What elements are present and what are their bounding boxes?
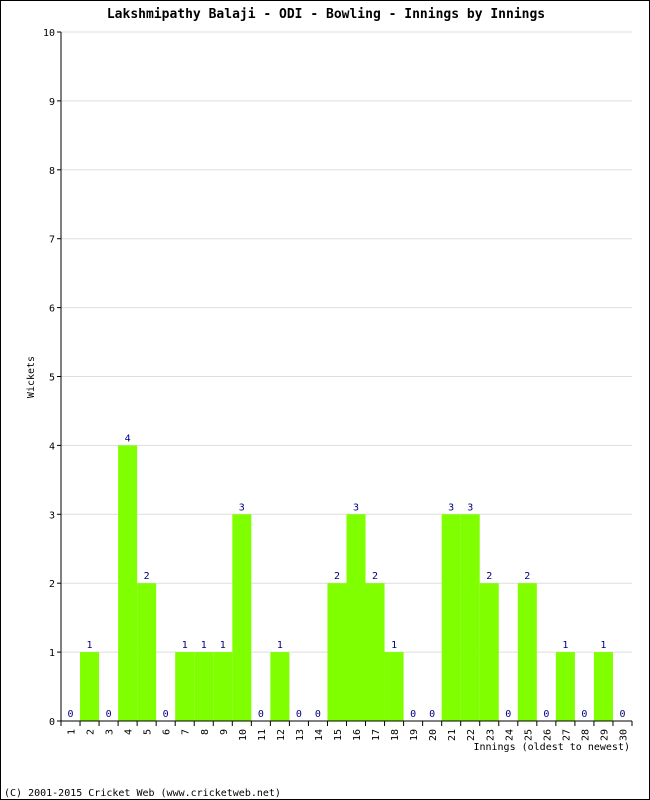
- data-label: 1: [220, 640, 226, 651]
- data-label: 1: [201, 640, 207, 651]
- x-tick-label: 9: [219, 729, 230, 735]
- bar: [118, 445, 138, 721]
- x-tick-label: 20: [428, 729, 439, 741]
- x-tick-label: 24: [504, 729, 515, 741]
- data-label: 2: [372, 571, 378, 582]
- x-tick-label: 1: [67, 729, 78, 735]
- data-label: 0: [315, 709, 321, 720]
- bar: [460, 514, 480, 721]
- bar: [327, 583, 347, 721]
- y-axis-label: Wickets: [26, 356, 37, 398]
- bar: [137, 583, 157, 721]
- x-tick-label: 28: [580, 729, 591, 741]
- x-tick-label: 29: [599, 729, 610, 741]
- data-label: 2: [524, 571, 530, 582]
- x-tick-label: 25: [523, 729, 534, 741]
- x-tick-label: 10: [238, 729, 249, 741]
- x-tick-label: 11: [257, 729, 268, 741]
- x-tick-label: 27: [561, 729, 572, 741]
- data-label: 3: [239, 502, 245, 513]
- data-label: 0: [296, 709, 302, 720]
- x-tick-label: 3: [105, 729, 116, 735]
- data-label: 1: [87, 640, 93, 651]
- data-label: 2: [486, 571, 492, 582]
- data-label: 2: [144, 571, 150, 582]
- data-label: 0: [543, 709, 549, 720]
- data-label: 4: [125, 433, 131, 444]
- y-tick-label: 8: [49, 166, 55, 177]
- bar: [346, 514, 366, 721]
- bar: [270, 652, 290, 721]
- x-tick-label: 14: [314, 729, 325, 741]
- x-tick-label: 22: [466, 729, 477, 741]
- bar: [555, 652, 575, 721]
- bar: [194, 652, 214, 721]
- y-tick-label: 1: [49, 648, 55, 659]
- y-tick-label: 2: [49, 579, 55, 590]
- data-label: 3: [448, 502, 454, 513]
- copyright-footer: (C) 2001-2015 Cricket Web (www.cricketwe…: [4, 788, 281, 799]
- x-tick-label: 2: [86, 729, 97, 735]
- bar: [479, 583, 499, 721]
- x-axis-label: Innings (oldest to newest): [473, 742, 630, 753]
- data-label: 3: [353, 502, 359, 513]
- x-tick-label: 30: [618, 729, 629, 741]
- x-tick-label: 15: [333, 729, 344, 741]
- data-label: 0: [68, 709, 74, 720]
- bar: [365, 583, 385, 721]
- data-label: 0: [258, 709, 264, 720]
- bar: [593, 652, 613, 721]
- data-label: 1: [277, 640, 283, 651]
- data-label: 0: [581, 709, 587, 720]
- x-tick-label: 6: [162, 729, 173, 735]
- y-tick-label: 7: [49, 235, 55, 246]
- y-tick-label: 4: [49, 441, 55, 452]
- y-tick-label: 9: [49, 97, 55, 108]
- bar: [232, 514, 252, 721]
- data-label: 0: [106, 709, 112, 720]
- bar: [80, 652, 100, 721]
- y-tick-label: 5: [49, 373, 55, 384]
- bar: [441, 514, 461, 721]
- x-tick-label: 7: [181, 729, 192, 735]
- chart-frame: Lakshmipathy Balaji - ODI - Bowling - In…: [0, 0, 650, 800]
- bar: [384, 652, 404, 721]
- data-label: 1: [600, 640, 606, 651]
- x-tick-label: 23: [485, 729, 496, 741]
- bar: [517, 583, 537, 721]
- x-tick-label: 18: [390, 729, 401, 741]
- x-tick-label: 17: [371, 729, 382, 741]
- bar: [213, 652, 233, 721]
- data-label: 3: [467, 502, 473, 513]
- y-tick-label: 3: [49, 510, 55, 521]
- x-tick-label: 5: [143, 729, 154, 735]
- chart-svg: Lakshmipathy Balaji - ODI - Bowling - In…: [4, 7, 633, 799]
- x-tick-label: 8: [200, 729, 211, 735]
- x-tick-label: 21: [447, 729, 458, 741]
- data-label: 0: [429, 709, 435, 720]
- x-tick-labels: 1 2 3 4 5 6 7 8 9 10 11 12 13 14 15 16 17 18 19 20 21 22 23 24 2…: [67, 729, 630, 741]
- y-tick-label: 10: [43, 28, 55, 39]
- data-label: 2: [334, 571, 340, 582]
- y-tick-label: 0: [49, 717, 55, 728]
- data-label: 1: [391, 640, 397, 651]
- x-tick-label: 12: [276, 729, 287, 741]
- x-tick-label: 13: [295, 729, 306, 741]
- x-tick-label: 16: [352, 729, 363, 741]
- y-tick-labels: 0 1 2 3 4 5 6 7 8 9 10: [43, 28, 55, 728]
- data-label: 1: [182, 640, 188, 651]
- x-tick-label: 19: [409, 729, 420, 741]
- bar: [175, 652, 195, 721]
- y-tick-label: 6: [49, 304, 55, 315]
- data-label: 1: [562, 640, 568, 651]
- x-tick-label: 26: [542, 729, 553, 741]
- data-label: 0: [163, 709, 169, 720]
- chart-title: Lakshmipathy Balaji - ODI - Bowling - In…: [107, 7, 545, 22]
- data-label: 0: [505, 709, 511, 720]
- x-tick-label: 4: [124, 729, 135, 735]
- data-label: 0: [619, 709, 625, 720]
- data-label: 0: [410, 709, 416, 720]
